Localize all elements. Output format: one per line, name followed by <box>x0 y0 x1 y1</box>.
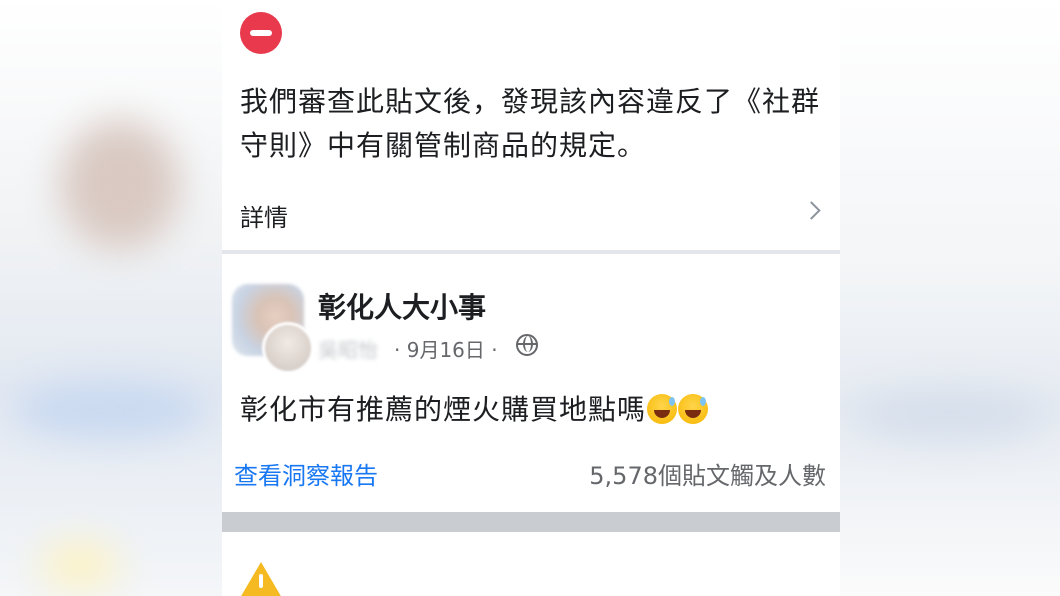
blurred-background-right <box>840 0 1060 596</box>
warning-mark <box>259 574 263 588</box>
blurred-background-left <box>0 0 222 596</box>
post-text-content: 彰化市有推薦的煙火購買地點嗎 <box>240 393 647 426</box>
grinning-sweat-emoji <box>647 394 678 424</box>
group-name[interactable]: 彰化人大小事 <box>318 286 486 326</box>
details-label: 詳情 <box>240 204 288 232</box>
post-review-screen: 我們審查此貼文後，發現該內容違反了《社群守則》中有關管制商品的規定。 詳情 彰化… <box>222 0 840 596</box>
view-insights-link[interactable]: 查看洞察報告 <box>234 456 378 491</box>
section-separator <box>222 512 840 532</box>
post-reach-count: 5,578個貼文觸及人數 <box>589 462 826 490</box>
post-text: 彰化市有推薦的煙火購買地點嗎 <box>240 388 709 428</box>
details-row[interactable]: 詳情 <box>222 190 840 242</box>
author-name[interactable]: 吳昭怡 <box>318 334 378 363</box>
divider <box>222 250 840 254</box>
author-avatar[interactable] <box>262 322 314 374</box>
block-icon <box>240 12 282 54</box>
chevron-right-icon <box>802 201 821 220</box>
violation-notice: 我們審查此貼文後，發現該內容違反了《社群守則》中有關管制商品的規定。 <box>240 85 821 162</box>
globe-icon <box>516 334 538 356</box>
grinning-sweat-emoji <box>678 394 709 424</box>
post-date: · 9月16日 · <box>394 338 498 362</box>
